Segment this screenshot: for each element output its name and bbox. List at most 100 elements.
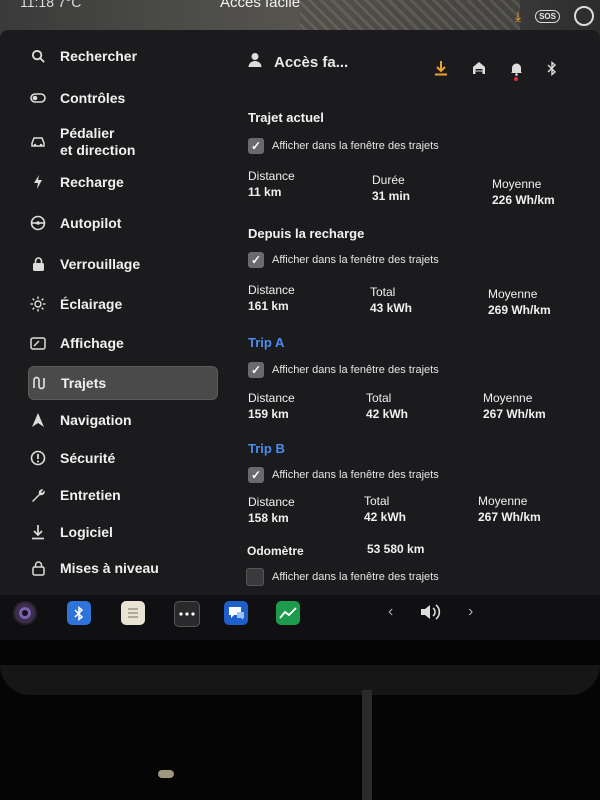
- sidebar-item-label: Mises à niveau: [60, 560, 159, 576]
- steering-wheel-icon: [28, 213, 48, 233]
- section-trip-a-title: Trip A: [248, 335, 285, 350]
- wrench-icon: [28, 485, 48, 505]
- sun-icon: [28, 294, 48, 314]
- checkbox-label: Afficher dans la fenêtre des trajets: [272, 254, 439, 266]
- download-icon[interactable]: ⤓: [515, 8, 521, 25]
- current-duration: Durée 31 min: [372, 173, 411, 203]
- current-distance: Distance 11 km: [248, 169, 295, 199]
- download-icon[interactable]: [434, 60, 448, 81]
- sidebar-item-controls[interactable]: Contrôles: [28, 82, 216, 114]
- odometer-value: 53 580 km: [367, 542, 425, 556]
- bluetooth-icon[interactable]: [547, 60, 557, 81]
- messages-icon[interactable]: [224, 601, 248, 625]
- checkbox-label: Afficher dans la fenêtre des trajets: [272, 469, 439, 481]
- more-icon[interactable]: [174, 601, 200, 627]
- sidebar-item-autopilot[interactable]: Autopilot: [28, 207, 216, 239]
- notepad-icon[interactable]: [121, 601, 145, 625]
- status-title: Accès facile: [220, 0, 301, 11]
- person-icon: [248, 52, 262, 72]
- sidebar-item-software[interactable]: Logiciel: [28, 516, 216, 548]
- section-since-charge-title: Depuis la recharge: [248, 226, 365, 241]
- sidebar-item-upgrades[interactable]: Mises à niveau: [28, 552, 216, 584]
- trip-a-distance: Distance 159 km: [248, 391, 295, 421]
- volume-icon[interactable]: [419, 603, 445, 626]
- prev-arrow[interactable]: ‹: [388, 603, 393, 621]
- car-icon: [28, 132, 48, 152]
- trip-b-distance: Distance 158 km: [248, 495, 295, 525]
- trip-b-total: Total 42 kWh: [364, 494, 407, 524]
- seatbelt-icon: [574, 6, 594, 26]
- trip-b-average: Moyenne 267 Wh/km: [478, 494, 541, 524]
- sidebar-item-label: Recharge: [60, 174, 124, 190]
- sos-badge[interactable]: SOS: [535, 9, 560, 23]
- checkmark-icon: ✓: [248, 138, 264, 154]
- sidebar-item-pedals-steering[interactable]: Pédalier et direction: [28, 122, 216, 162]
- settings-screen: Rechercher Contrôles Pédalier et directi…: [0, 30, 600, 595]
- sidebar-item-label: Autopilot: [60, 215, 122, 231]
- odometer-label: Odomètre: [247, 544, 304, 558]
- profile-header[interactable]: Accès fa...: [248, 52, 348, 72]
- alert-circle-icon: [28, 448, 48, 468]
- sidebar-item-label: Navigation: [60, 412, 132, 428]
- trip-a-average: Moyenne 267 Wh/km: [483, 391, 546, 421]
- current-average: Moyenne 226 Wh/km: [492, 177, 555, 207]
- sidebar: Rechercher Contrôles Pédalier et directi…: [18, 30, 228, 595]
- sidebar-item-label: Contrôles: [60, 90, 126, 106]
- header-icons: [434, 60, 557, 81]
- odometer-show-checkbox[interactable]: Afficher dans la fenêtre des trajets: [246, 568, 439, 586]
- energy-chart-icon[interactable]: [276, 601, 300, 625]
- trip-a-total: Total 42 kWh: [366, 391, 409, 421]
- lock-open-icon: [28, 558, 48, 578]
- navigation-arrow-icon: [28, 410, 48, 430]
- display-icon: [28, 333, 48, 353]
- sidebar-item-label: Affichage: [60, 335, 124, 351]
- trips-panel: Accès fa... Trajet actuel ✓ Afficher dan…: [238, 30, 600, 595]
- sidebar-item-search[interactable]: Rechercher: [28, 40, 216, 72]
- search-icon: [28, 46, 48, 66]
- checkbox-label: Afficher dans la fenêtre des trajets: [272, 571, 439, 583]
- sidebar-item-label: Rechercher: [60, 48, 138, 64]
- taskbar: ‹ ›: [0, 595, 600, 640]
- sidebar-item-trips[interactable]: Trajets: [28, 366, 218, 400]
- sidebar-item-label: Entretien: [60, 487, 121, 503]
- sidebar-item-label: Trajets: [61, 375, 107, 391]
- sidebar-item-display[interactable]: Affichage: [28, 327, 216, 359]
- device-bezel: [0, 640, 600, 800]
- since-charge-total: Total 43 kWh: [370, 285, 413, 315]
- since-charge-distance: Distance 161 km: [248, 283, 295, 313]
- sidebar-item-label: Logiciel: [60, 524, 113, 540]
- profile-name: Accès fa...: [274, 53, 349, 71]
- next-arrow[interactable]: ›: [468, 603, 473, 621]
- sidebar-item-charging[interactable]: Recharge: [28, 166, 216, 198]
- sidebar-item-label: Sécurité: [60, 450, 116, 466]
- toggle-icon: [28, 88, 48, 108]
- checkbox-empty: [246, 568, 264, 586]
- bell-icon[interactable]: [510, 61, 523, 81]
- checkmark-icon: ✓: [248, 467, 264, 483]
- trip-b-show-checkbox[interactable]: ✓ Afficher dans la fenêtre des trajets: [248, 467, 439, 483]
- sidebar-item-label: Éclairage: [60, 296, 123, 312]
- download-icon: [28, 522, 48, 542]
- lock-icon: [28, 254, 48, 274]
- checkbox-label: Afficher dans la fenêtre des trajets: [272, 364, 439, 376]
- sidebar-item-safety[interactable]: Sécurité: [28, 442, 216, 474]
- sidebar-item-lighting[interactable]: Éclairage: [28, 288, 216, 320]
- notification-dot: [514, 76, 518, 81]
- current-trip-show-checkbox[interactable]: ✓ Afficher dans la fenêtre des trajets: [248, 138, 439, 154]
- checkbox-label: Afficher dans la fenêtre des trajets: [272, 140, 439, 152]
- since-charge-average: Moyenne 269 Wh/km: [488, 287, 551, 317]
- sidebar-item-label: Verrouillage: [60, 256, 141, 272]
- section-current-trip-title: Trajet actuel: [248, 110, 324, 125]
- since-charge-show-checkbox[interactable]: ✓ Afficher dans la fenêtre des trajets: [248, 252, 439, 268]
- garage-icon[interactable]: [472, 61, 486, 80]
- trips-icon: [29, 373, 49, 393]
- time-temperature: 11:18 7°C: [20, 0, 82, 10]
- bluetooth-icon[interactable]: [67, 601, 91, 625]
- trip-a-show-checkbox[interactable]: ✓ Afficher dans la fenêtre des trajets: [248, 362, 439, 378]
- sidebar-item-navigation[interactable]: Navigation: [28, 404, 216, 436]
- sidebar-item-locks[interactable]: Verrouillage: [28, 248, 216, 280]
- checkmark-icon: ✓: [248, 362, 264, 378]
- sidebar-item-service[interactable]: Entretien: [28, 479, 216, 511]
- camera-icon[interactable]: [13, 601, 37, 625]
- bolt-icon: [28, 172, 48, 192]
